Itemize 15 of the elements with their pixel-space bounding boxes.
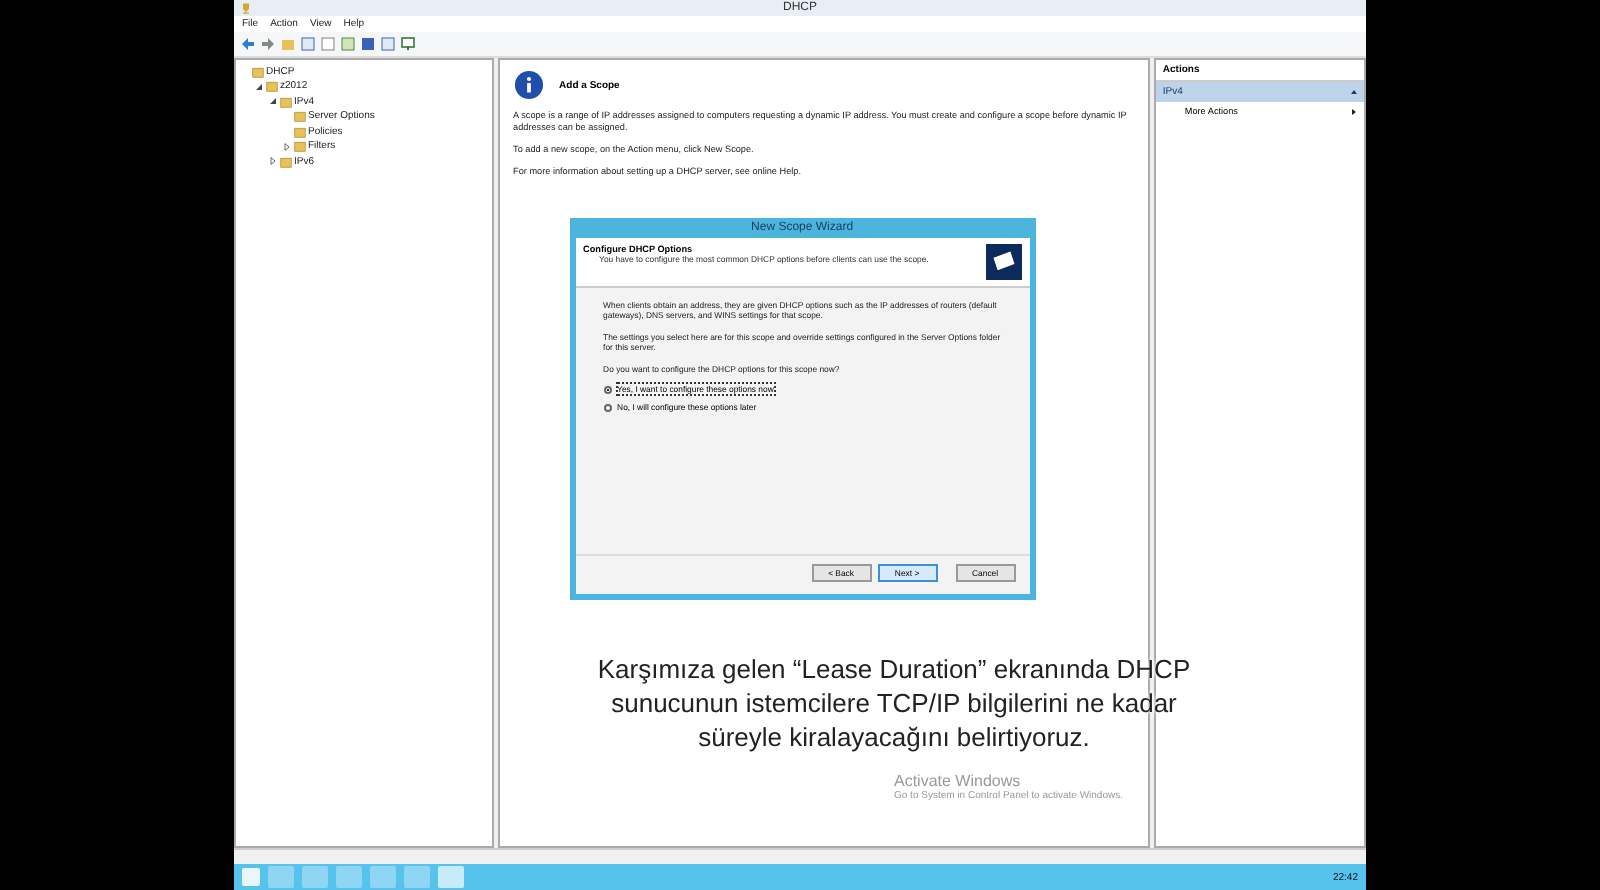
subtitle-caption: Karşımıza gelen “Lease Duration” ekranında DHCP sunucunun istemcilere TCP/IP bilgilerini ne kadar süreyle kiralayacağını belirtiyoruz. xyxy=(595,654,1193,756)
info-icon xyxy=(513,70,544,100)
back-arrow-icon[interactable] xyxy=(240,36,256,52)
wizard-icon xyxy=(985,243,1022,280)
activation-title: Activate Windows xyxy=(894,772,1023,790)
forward-arrow-icon[interactable] xyxy=(260,36,276,52)
collapse-arrow-icon[interactable] xyxy=(254,81,264,92)
radio-button[interactable] xyxy=(603,403,612,412)
collapse-arrow-icon[interactable] xyxy=(268,96,278,107)
collapse-caret-icon[interactable] xyxy=(1350,88,1358,96)
expand-arrow-icon[interactable] xyxy=(268,156,278,167)
radio-button[interactable] xyxy=(603,385,612,394)
expand-arrow-icon[interactable] xyxy=(282,141,292,152)
window-icon[interactable] xyxy=(300,36,316,52)
submenu-caret-icon[interactable] xyxy=(1350,107,1358,115)
